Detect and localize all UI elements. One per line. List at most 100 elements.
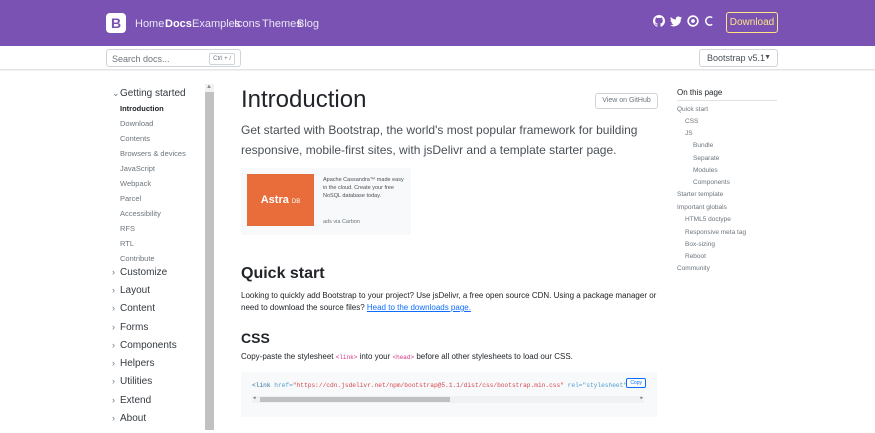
ad-attribution-link[interactable]: ads via Carbon [323,219,360,225]
sidebar-group-label: Components [120,340,177,351]
quick-start-heading: Quick start [241,265,325,282]
code-rel-attr: rel="stylesheet" [567,382,628,389]
sidebar-group-content[interactable]: › Content [112,303,155,314]
sidebar-item-rtl[interactable]: RTL [120,239,134,248]
toc-link-community[interactable]: Community [677,265,710,272]
sidebar-item-introduction[interactable]: Introduction [120,104,164,113]
code-line: <link href="https://cdn.jsdelivr.net/npm… [252,382,644,389]
sidebar-group-label: Utilities [120,376,153,387]
sidebar-group-customize[interactable]: › Customize [112,267,167,278]
sidebar-group-helpers[interactable]: › Helpers [112,358,154,369]
toc-link-reboot[interactable]: Reboot [685,253,706,260]
caret-down-icon: ▼ [764,54,771,61]
page-title: Introduction [241,86,367,113]
chevron-right-icon: › [112,395,115,405]
code-href-value: "https://cdn.jsdelivr.net/npm/bootstrap@… [292,382,564,389]
toc-link-js[interactable]: JS [685,130,693,137]
toc-link-bundle[interactable]: Bundle [693,142,713,149]
toc-link-important-globals[interactable]: Important globals [677,204,727,211]
sidebar-group-label: About [120,413,147,424]
sidebar-group-label: Layout [120,285,151,296]
lead-paragraph: Get started with Bootstrap, the world's … [241,123,638,157]
download-button[interactable]: Download [726,12,778,33]
sidebar-group-components[interactable]: › Components [112,340,177,351]
version-label: Bootstrap v5.1 [707,53,766,63]
search-input[interactable] [112,52,207,65]
toc-link-css[interactable]: CSS [685,118,698,125]
sidebar-group-getting-started[interactable]: ⌄Getting started [112,88,186,99]
nav-link-home[interactable]: Home [135,18,164,30]
toc-link-components[interactable]: Components [693,179,730,186]
ad-text[interactable]: Apache Cassandra™ made easy in the cloud… [323,176,405,200]
nav-link-themes[interactable]: Themes [262,18,302,30]
sidebar-item-contribute[interactable]: Contribute [120,254,155,263]
slack-icon[interactable] [704,15,716,27]
search-box[interactable]: Ctrl + / [106,49,241,67]
sidebar-item-webpack[interactable]: Webpack [120,179,151,188]
sidebar-group-about[interactable]: › About [112,413,146,424]
css-text-middle: into your [359,352,391,361]
scroll-right-arrow-icon[interactable]: ▸ [640,395,643,401]
toc-link-separate[interactable]: Separate [693,155,719,162]
carbon-ad[interactable]: Astra DB Apache Cassandra™ made easy in … [241,168,411,235]
code-tag: <link [252,382,271,389]
sidebar-group-label: Content [120,303,156,314]
css-text-before: Copy-paste the stylesheet [241,352,334,361]
sidebar-item-download[interactable]: Download [120,119,153,128]
toc-link-starter-template[interactable]: Starter template [677,191,723,198]
toc-link-responsive-meta-tag[interactable]: Responsive meta tag [685,229,746,236]
sidebar-group-label: Extend [120,395,152,406]
toc-link-quick-start[interactable]: Quick start [677,106,708,113]
chevron-right-icon: › [112,285,115,295]
scroll-left-arrow-icon[interactable]: ◂ [253,395,256,401]
search-shortcut: Ctrl + / [209,53,235,65]
view-on-github-button[interactable]: View on GitHub [595,93,658,109]
sidebar-group-label: Forms [120,322,149,333]
bootstrap-logo[interactable]: B [106,13,126,33]
css-text-after: before all other stylesheets to load our… [416,352,573,361]
toc-link-modules[interactable]: Modules [693,167,718,174]
copy-button[interactable]: Copy [626,378,646,388]
nav-link-icons[interactable]: Icons [234,18,260,30]
css-code-snippet: <link href="https://cdn.jsdelivr.net/npm… [241,372,657,417]
sidebar-item-contents[interactable]: Contents [120,134,150,143]
chevron-right-icon: › [112,267,115,277]
toc-link-box-sizing[interactable]: Box-sizing [685,241,715,248]
sidebar-group-label: Helpers [120,358,155,369]
toc-link-html5-doctype[interactable]: HTML5 doctype [685,216,731,223]
twitter-icon[interactable] [670,15,682,27]
css-heading: CSS [241,330,270,346]
nav-link-blog[interactable]: Blog [297,18,319,30]
opencollective-icon[interactable] [687,15,699,27]
version-select[interactable]: Bootstrap v5.1 ▼ [699,49,778,67]
link-code: <link> [335,354,358,361]
subnav-divider [0,70,875,71]
sidebar-group-label: Customize [120,267,168,278]
sidebar-group-label: Getting started [120,88,186,99]
chevron-right-icon: › [112,303,115,313]
docs-subnav: Ctrl + / Bootstrap v5.1 ▼ [0,46,875,70]
css-paragraph: Copy-paste the stylesheet <link> into yo… [241,351,661,364]
sidebar-item-parcel[interactable]: Parcel [120,194,141,203]
sidebar-group-extend[interactable]: › Extend [112,395,151,406]
sidebar-group-utilities[interactable]: › Utilities [112,376,152,387]
sidebar-group-forms[interactable]: › Forms [112,322,148,333]
chevron-down-icon: ⌄ [112,88,120,98]
sidebar-item-javascript[interactable]: JavaScript [120,164,155,173]
sidebar-group-layout[interactable]: › Layout [112,285,150,296]
code-scrollbar-thumb[interactable] [260,397,450,402]
sidebar-item-accessibility[interactable]: Accessibility [120,209,161,218]
astra-db-logo[interactable]: Astra DB [247,174,314,226]
sidebar-scrollbar-thumb[interactable] [205,92,214,430]
code-horizontal-scrollbar[interactable]: ◂ ▸ [252,395,644,403]
sidebar-item-rfs[interactable]: RFS [120,224,135,233]
sidebar-item-browsers-devices[interactable]: Browsers & devices [120,149,186,158]
ad-logo-suffix: DB [291,199,301,205]
nav-link-docs[interactable]: Docs [165,18,192,30]
toc-title: On this page [677,88,723,97]
downloads-page-link[interactable]: Head to the downloads page. [367,303,471,312]
github-icon[interactable] [653,15,665,27]
toc-divider [677,100,777,101]
quick-start-paragraph: Looking to quickly add Bootstrap to your… [241,290,661,314]
scroll-up-arrow-icon[interactable]: ▲ [206,84,212,90]
